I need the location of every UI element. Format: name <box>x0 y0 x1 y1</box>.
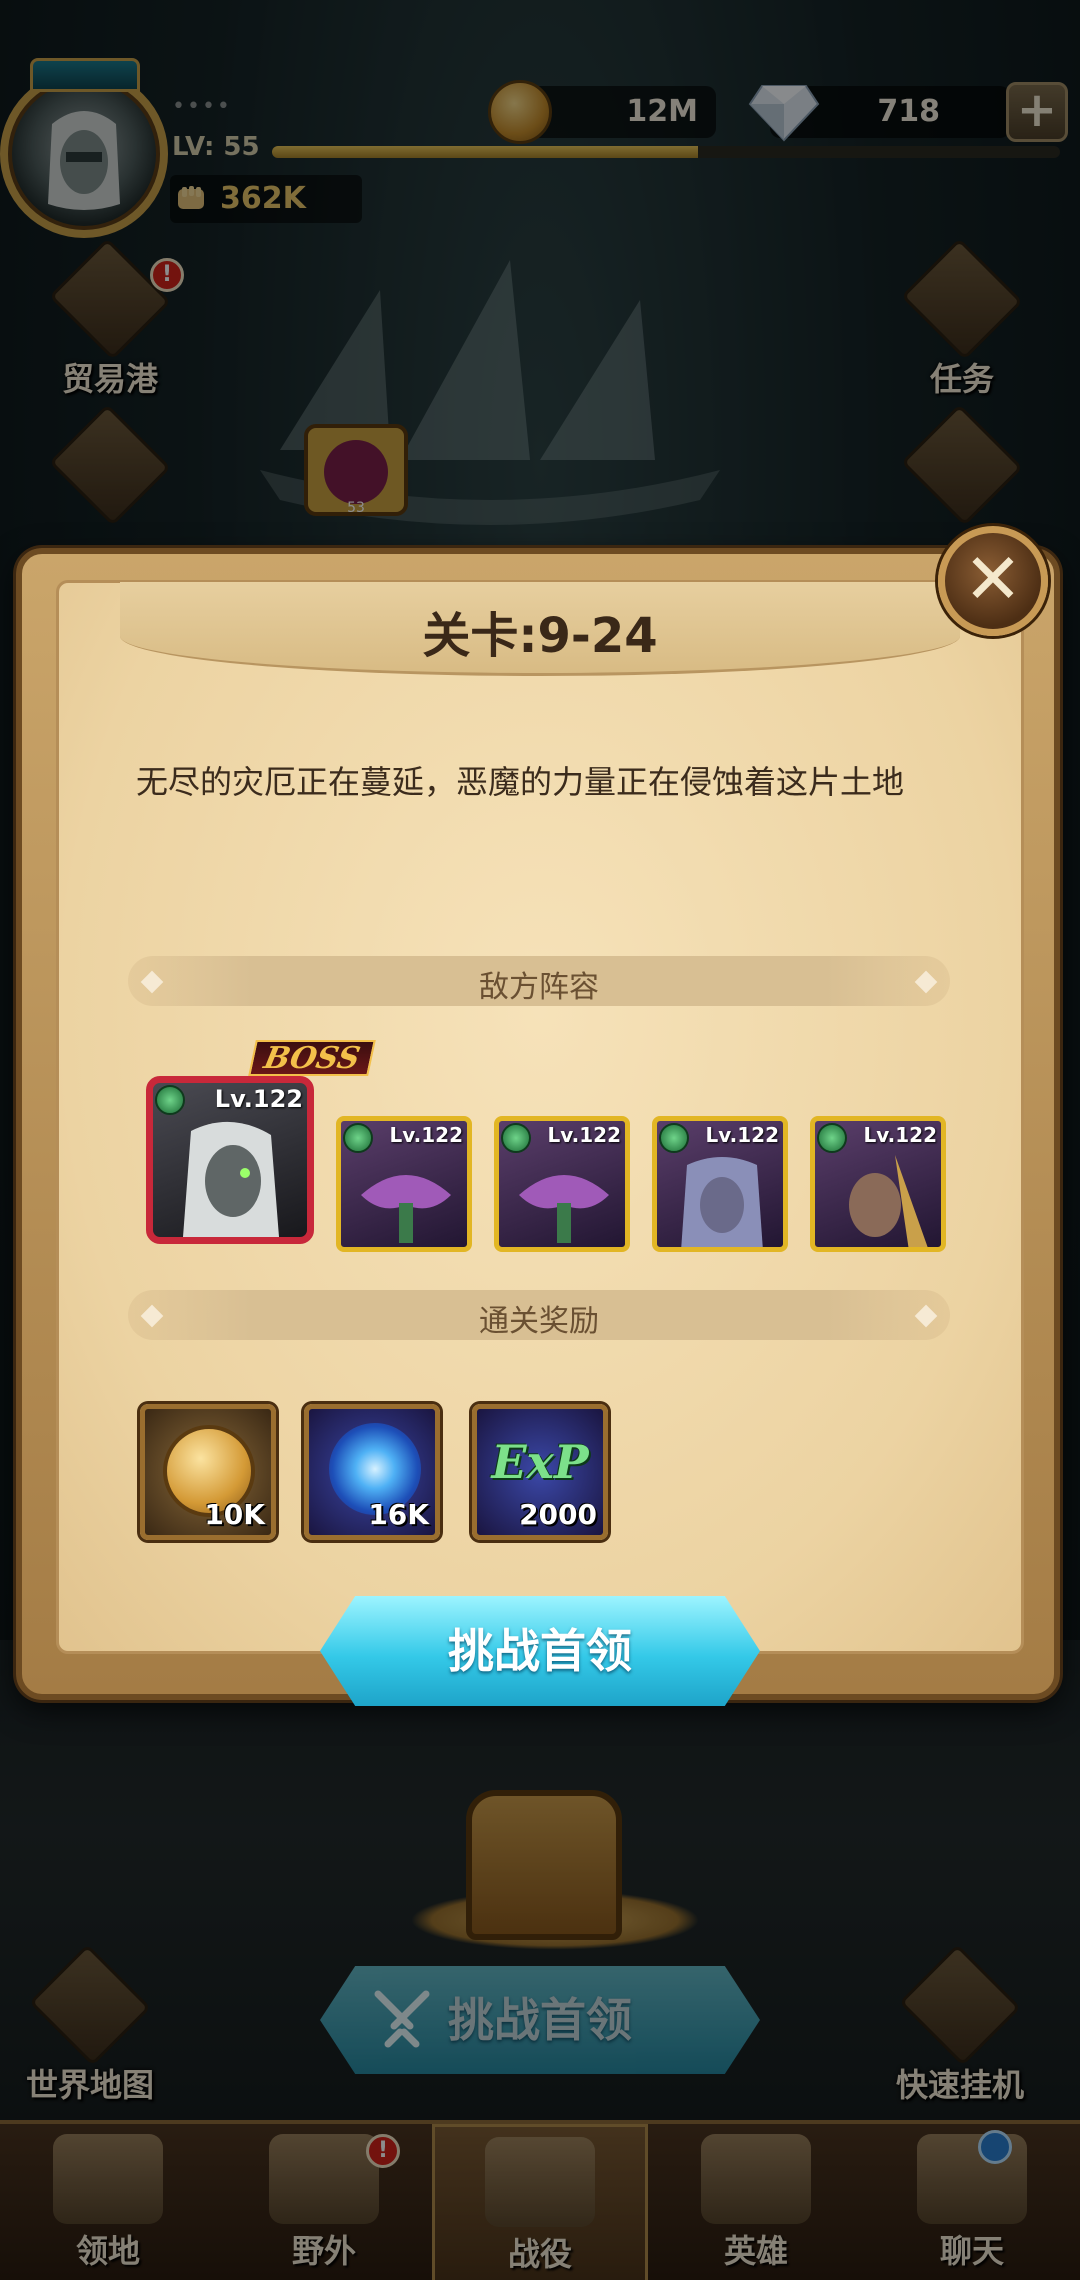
boss-portrait <box>183 1121 279 1237</box>
plant-monster-portrait <box>361 1175 451 1243</box>
reward-section-label: 通关奖励 <box>479 1304 599 1339</box>
modal-title: 关卡:9-24 <box>422 608 658 664</box>
enemy-slot[interactable]: Lv.122 <box>652 1116 788 1252</box>
reward-gold[interactable]: 10K <box>140 1404 276 1540</box>
enemy-level: Lv.122 <box>214 1085 303 1113</box>
warrior-portrait <box>849 1155 928 1247</box>
faction-icon <box>501 1123 531 1153</box>
enemy-level: Lv.122 <box>389 1123 464 1147</box>
plant-monster-portrait <box>519 1175 609 1243</box>
reward-qty: 16K <box>368 1498 429 1531</box>
challenge-boss-button[interactable]: 挑战首领 <box>320 1596 760 1706</box>
stage-description: 无尽的灾厄正在蔓延，恶魔的力量正在侵蚀着这片土地 <box>136 763 905 801</box>
exp-icon: ExP <box>491 1435 589 1489</box>
enemy-level: Lv.122 <box>705 1123 780 1147</box>
reward-qty: 2000 <box>519 1498 597 1531</box>
enemy-slot[interactable]: Lv.122 <box>810 1116 946 1252</box>
enemy-level: Lv.122 <box>547 1123 622 1147</box>
enemy-level: Lv.122 <box>863 1123 938 1147</box>
enemy-slot-boss[interactable]: Lv.122 <box>146 1076 314 1244</box>
faction-icon <box>343 1123 373 1153</box>
enemy-slot[interactable]: Lv.122 <box>494 1116 630 1252</box>
sorcerer-portrait <box>681 1157 763 1247</box>
faction-icon <box>817 1123 847 1153</box>
reward-exp[interactable]: ExP 2000 <box>472 1404 608 1540</box>
close-button[interactable]: ✕ <box>938 526 1048 636</box>
enemy-section-label: 敌方阵容 <box>479 970 599 1005</box>
enemy-slot[interactable]: Lv.122 <box>336 1116 472 1252</box>
boss-tag: BOSS <box>248 1040 376 1076</box>
reward-qty: 10K <box>204 1498 265 1531</box>
reward-hero-essence[interactable]: 16K <box>304 1404 440 1540</box>
faction-icon <box>659 1123 689 1153</box>
faction-icon <box>155 1085 185 1115</box>
